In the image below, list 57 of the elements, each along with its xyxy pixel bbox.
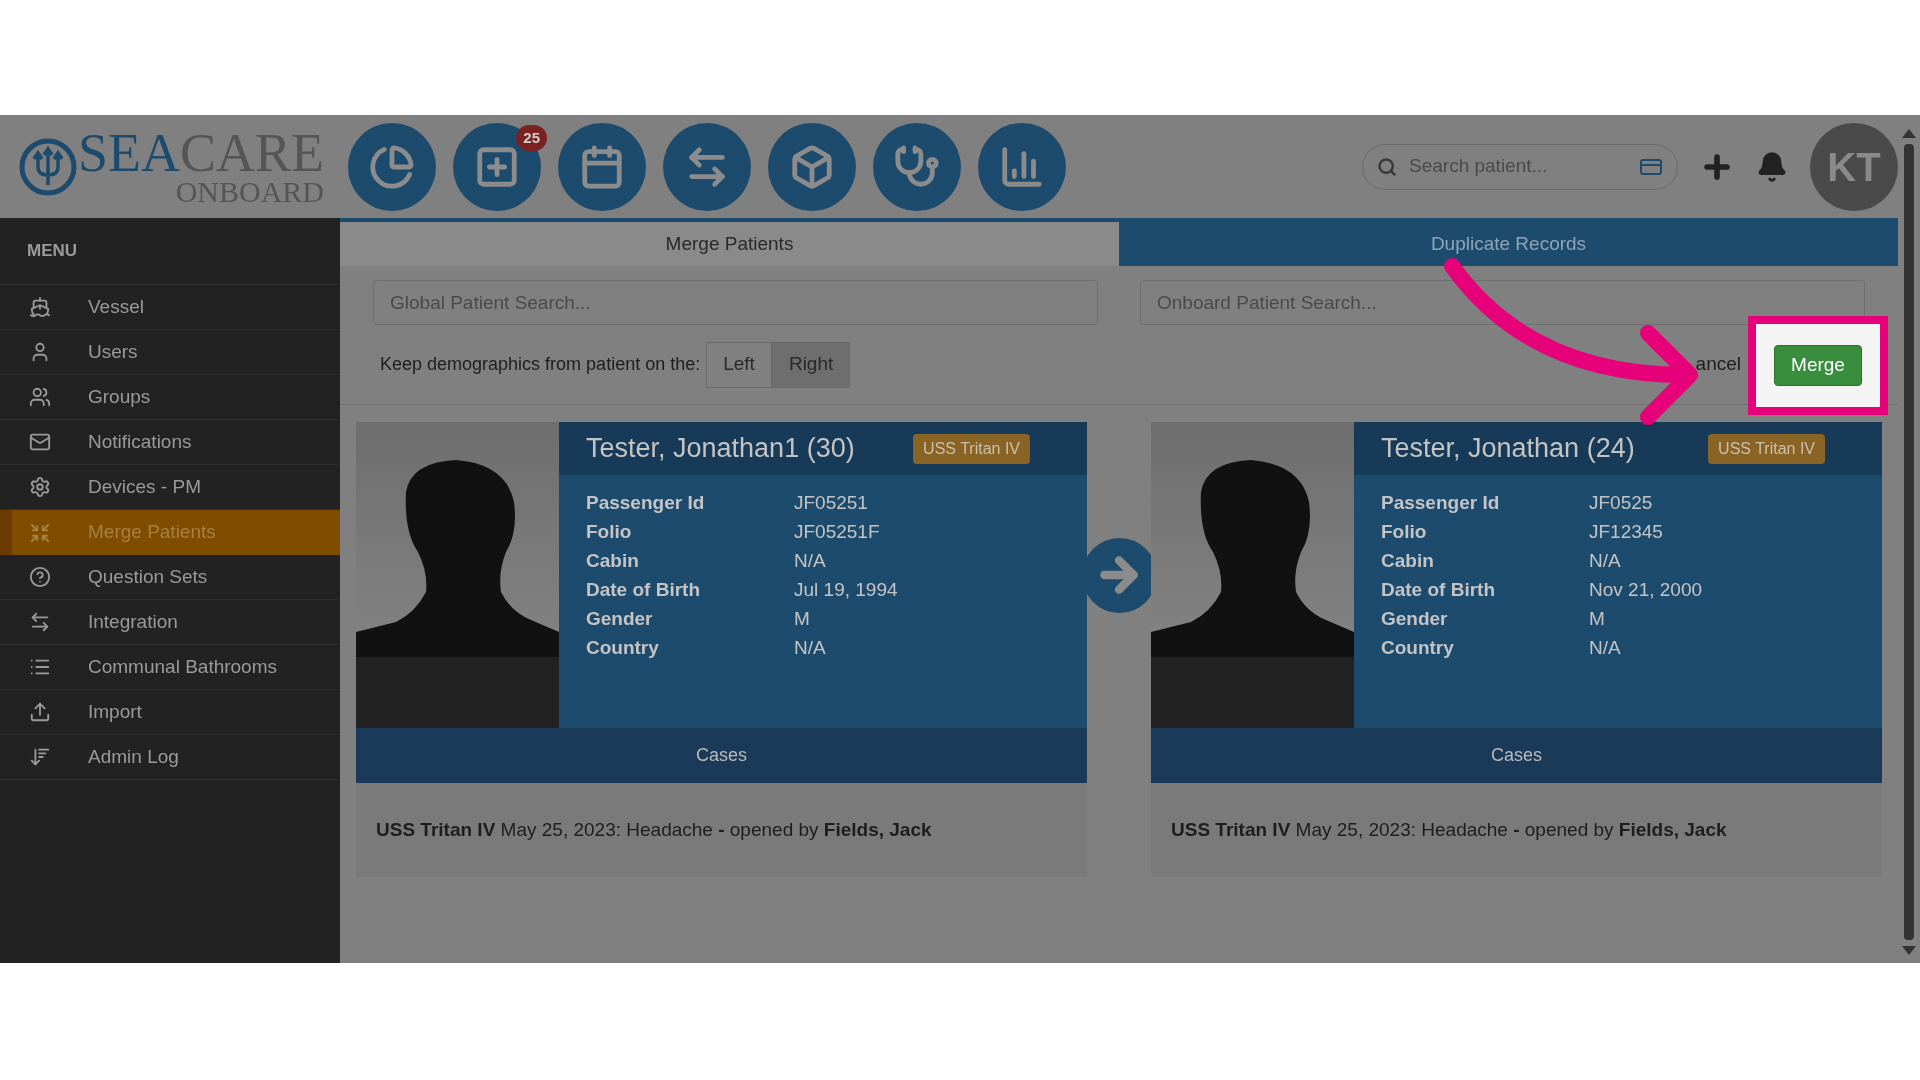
field-value: JF0525 <box>1589 491 1654 515</box>
envelope-icon <box>29 431 51 453</box>
field-label: Passenger Id <box>1381 491 1501 515</box>
gears-icon <box>29 476 51 498</box>
side-toggle[interactable]: Left <box>706 341 772 388</box>
search-icon <box>1377 156 1397 177</box>
field-value: JF12345 <box>1589 520 1664 544</box>
arrows-icon <box>29 611 51 633</box>
trident-logo-icon <box>18 136 78 197</box>
logo-text: SEA <box>78 127 180 178</box>
sort-icon <box>29 746 51 768</box>
tab[interactable]: Duplicate Records <box>1119 222 1898 266</box>
calendar-icon <box>579 143 625 190</box>
field-value: N/A <box>794 636 827 660</box>
ship-icon <box>29 296 51 318</box>
vessel-tag: USS Tritan IV <box>1708 433 1825 464</box>
field-value: N/A <box>1589 549 1622 573</box>
field-value: JF05251F <box>794 520 881 544</box>
stethoscope-icon <box>894 143 940 190</box>
cases-header: Cases <box>356 728 1087 783</box>
vessel-tag: USS Tritan IV <box>913 433 1030 464</box>
field-value: JF05251 <box>794 491 869 515</box>
field-value: N/A <box>1589 636 1622 660</box>
upload-icon <box>29 701 51 723</box>
merge-button[interactable]: Merge <box>1774 345 1862 386</box>
field-label: Folio <box>1381 520 1428 544</box>
field-label: Folio <box>586 520 633 544</box>
users-icon <box>29 386 51 408</box>
scrollbar[interactable] <box>1902 129 1916 955</box>
field-label: Gender <box>586 607 654 631</box>
patient-name: Tester, Jonathan1 (30) <box>586 432 855 466</box>
keep-label: Keep demographics from patient on the: <box>380 353 701 376</box>
field-value: Jul 19, 1994 <box>794 578 899 602</box>
field-label: Date of Birth <box>1381 578 1496 602</box>
cases-header: Cases <box>1151 728 1882 783</box>
shrink-icon <box>29 521 51 544</box>
field-label: Country <box>1381 636 1455 660</box>
box-icon <box>789 143 835 190</box>
cancel-button[interactable]: ancel <box>1695 350 1741 379</box>
count-badge: 25 <box>516 124 547 151</box>
question-icon <box>29 566 51 588</box>
field-label: Cabin <box>586 549 640 573</box>
tab[interactable]: Merge Patients <box>340 222 1119 266</box>
field-value: Nov 21, 2000 <box>1589 578 1704 602</box>
field-label: Country <box>586 636 660 660</box>
field-value: M <box>1589 607 1606 631</box>
field-label: Passenger Id <box>586 491 706 515</box>
field-label: Gender <box>1381 607 1449 631</box>
pie-chart-icon <box>369 143 415 190</box>
field-value: N/A <box>794 549 827 573</box>
notifications-icon[interactable] <box>1756 150 1788 183</box>
patient-name: Tester, Jonathan (24) <box>1381 432 1635 466</box>
logo-text: CARE <box>180 127 325 178</box>
field-label: Cabin <box>1381 549 1435 573</box>
field-value: M <box>794 607 811 631</box>
menu-title: MENU <box>27 240 78 263</box>
field-label: Date of Birth <box>586 578 701 602</box>
